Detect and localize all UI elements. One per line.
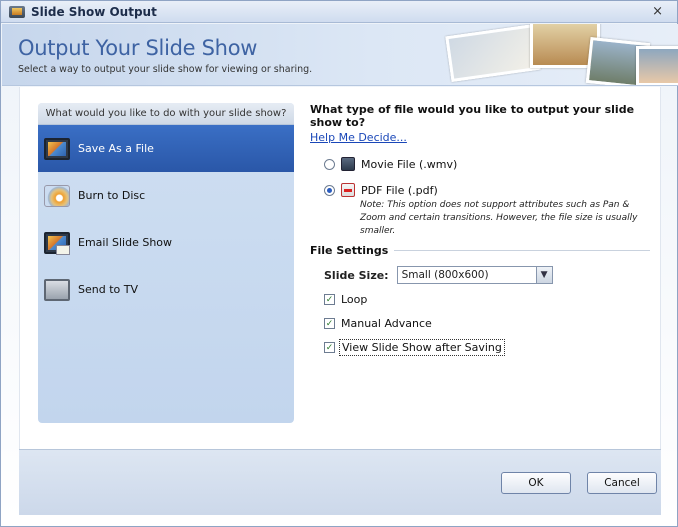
- nav-item-burn-to-disc[interactable]: Burn to Disc: [38, 172, 294, 219]
- help-me-decide-link[interactable]: Help Me Decide...: [310, 131, 407, 144]
- nav-item-label: Save As a File: [78, 142, 154, 155]
- pdf-file-option[interactable]: PDF File (.pdf): [324, 183, 438, 197]
- page-subtitle: Select a way to output your slide show f…: [18, 64, 313, 75]
- divider: [394, 250, 650, 251]
- movie-file-radio[interactable]: [324, 158, 335, 170]
- nav-item-label: Burn to Disc: [78, 189, 146, 202]
- tv-icon: [44, 278, 70, 301]
- slide-size-select[interactable]: Small (800x600) ▼: [396, 266, 553, 284]
- nav-item-label: Send to TV: [78, 283, 138, 296]
- nav-item-save-as-file[interactable]: Save As a File: [38, 125, 294, 172]
- loop-label: Loop: [341, 293, 368, 306]
- pdf-note: Note: This option does not support attri…: [360, 200, 638, 236]
- file-type-section: What type of file would you like to outp…: [310, 103, 650, 356]
- cancel-button[interactable]: Cancel: [587, 472, 657, 494]
- manual-advance-label: Manual Advance: [341, 317, 432, 330]
- photo-thumbnail: [636, 46, 678, 85]
- pdf-file-icon: [341, 183, 355, 197]
- loop-checkbox[interactable]: ✓: [324, 294, 335, 305]
- app-icon: [9, 5, 25, 18]
- page-title: Output Your Slide Show: [18, 36, 258, 60]
- dialog-content: What would you like to do with your slid…: [19, 87, 661, 449]
- dialog-header: Output Your Slide Show Select a way to o…: [2, 24, 678, 86]
- decorative-photos: [438, 24, 678, 85]
- email-icon: [44, 231, 70, 255]
- pdf-file-radio[interactable]: [324, 184, 335, 196]
- ok-button[interactable]: OK: [501, 472, 571, 494]
- manual-advance-option[interactable]: ✓ Manual Advance: [324, 317, 432, 330]
- panel-heading: What would you like to do with your slid…: [38, 103, 294, 125]
- file-type-question: What type of file would you like to outp…: [310, 103, 635, 129]
- view-after-saving-option[interactable]: ✓ View Slide Show after Saving: [324, 339, 505, 356]
- chevron-down-icon[interactable]: ▼: [535, 267, 552, 283]
- close-icon[interactable]: ×: [652, 4, 663, 19]
- movie-file-label: Movie File (.wmv): [361, 157, 458, 171]
- monitor-icon: [44, 137, 70, 160]
- file-settings-heading: File Settings: [310, 244, 389, 257]
- manual-advance-checkbox[interactable]: ✓: [324, 318, 335, 329]
- photo-thumbnail: [445, 24, 541, 83]
- nav-item-label: Email Slide Show: [78, 236, 173, 249]
- wmv-file-icon: [341, 157, 355, 171]
- nav-item-send-to-tv[interactable]: Send to TV: [38, 266, 294, 313]
- slide-size-label: Slide Size:: [324, 268, 389, 282]
- file-settings-heading-row: File Settings: [310, 244, 650, 257]
- dialog-footer: OK Cancel: [19, 449, 661, 515]
- view-after-saving-checkbox[interactable]: ✓: [324, 342, 335, 353]
- output-options-panel: What would you like to do with your slid…: [38, 103, 294, 423]
- loop-option[interactable]: ✓ Loop: [324, 293, 367, 306]
- slide-size-row: Slide Size: Small (800x600) ▼: [324, 266, 553, 284]
- disc-icon: [44, 184, 70, 207]
- pdf-file-label: PDF File (.pdf): [361, 183, 438, 197]
- view-after-saving-label: View Slide Show after Saving: [339, 339, 505, 356]
- slide-show-output-dialog: Slide Show Output × Output Your Slide Sh…: [0, 0, 678, 527]
- window-title: Slide Show Output: [31, 4, 157, 19]
- movie-file-option[interactable]: Movie File (.wmv): [324, 157, 457, 171]
- slide-size-value: Small (800x600): [401, 269, 489, 281]
- nav-item-email-slide-show[interactable]: Email Slide Show: [38, 219, 294, 266]
- title-bar[interactable]: Slide Show Output ×: [1, 1, 677, 23]
